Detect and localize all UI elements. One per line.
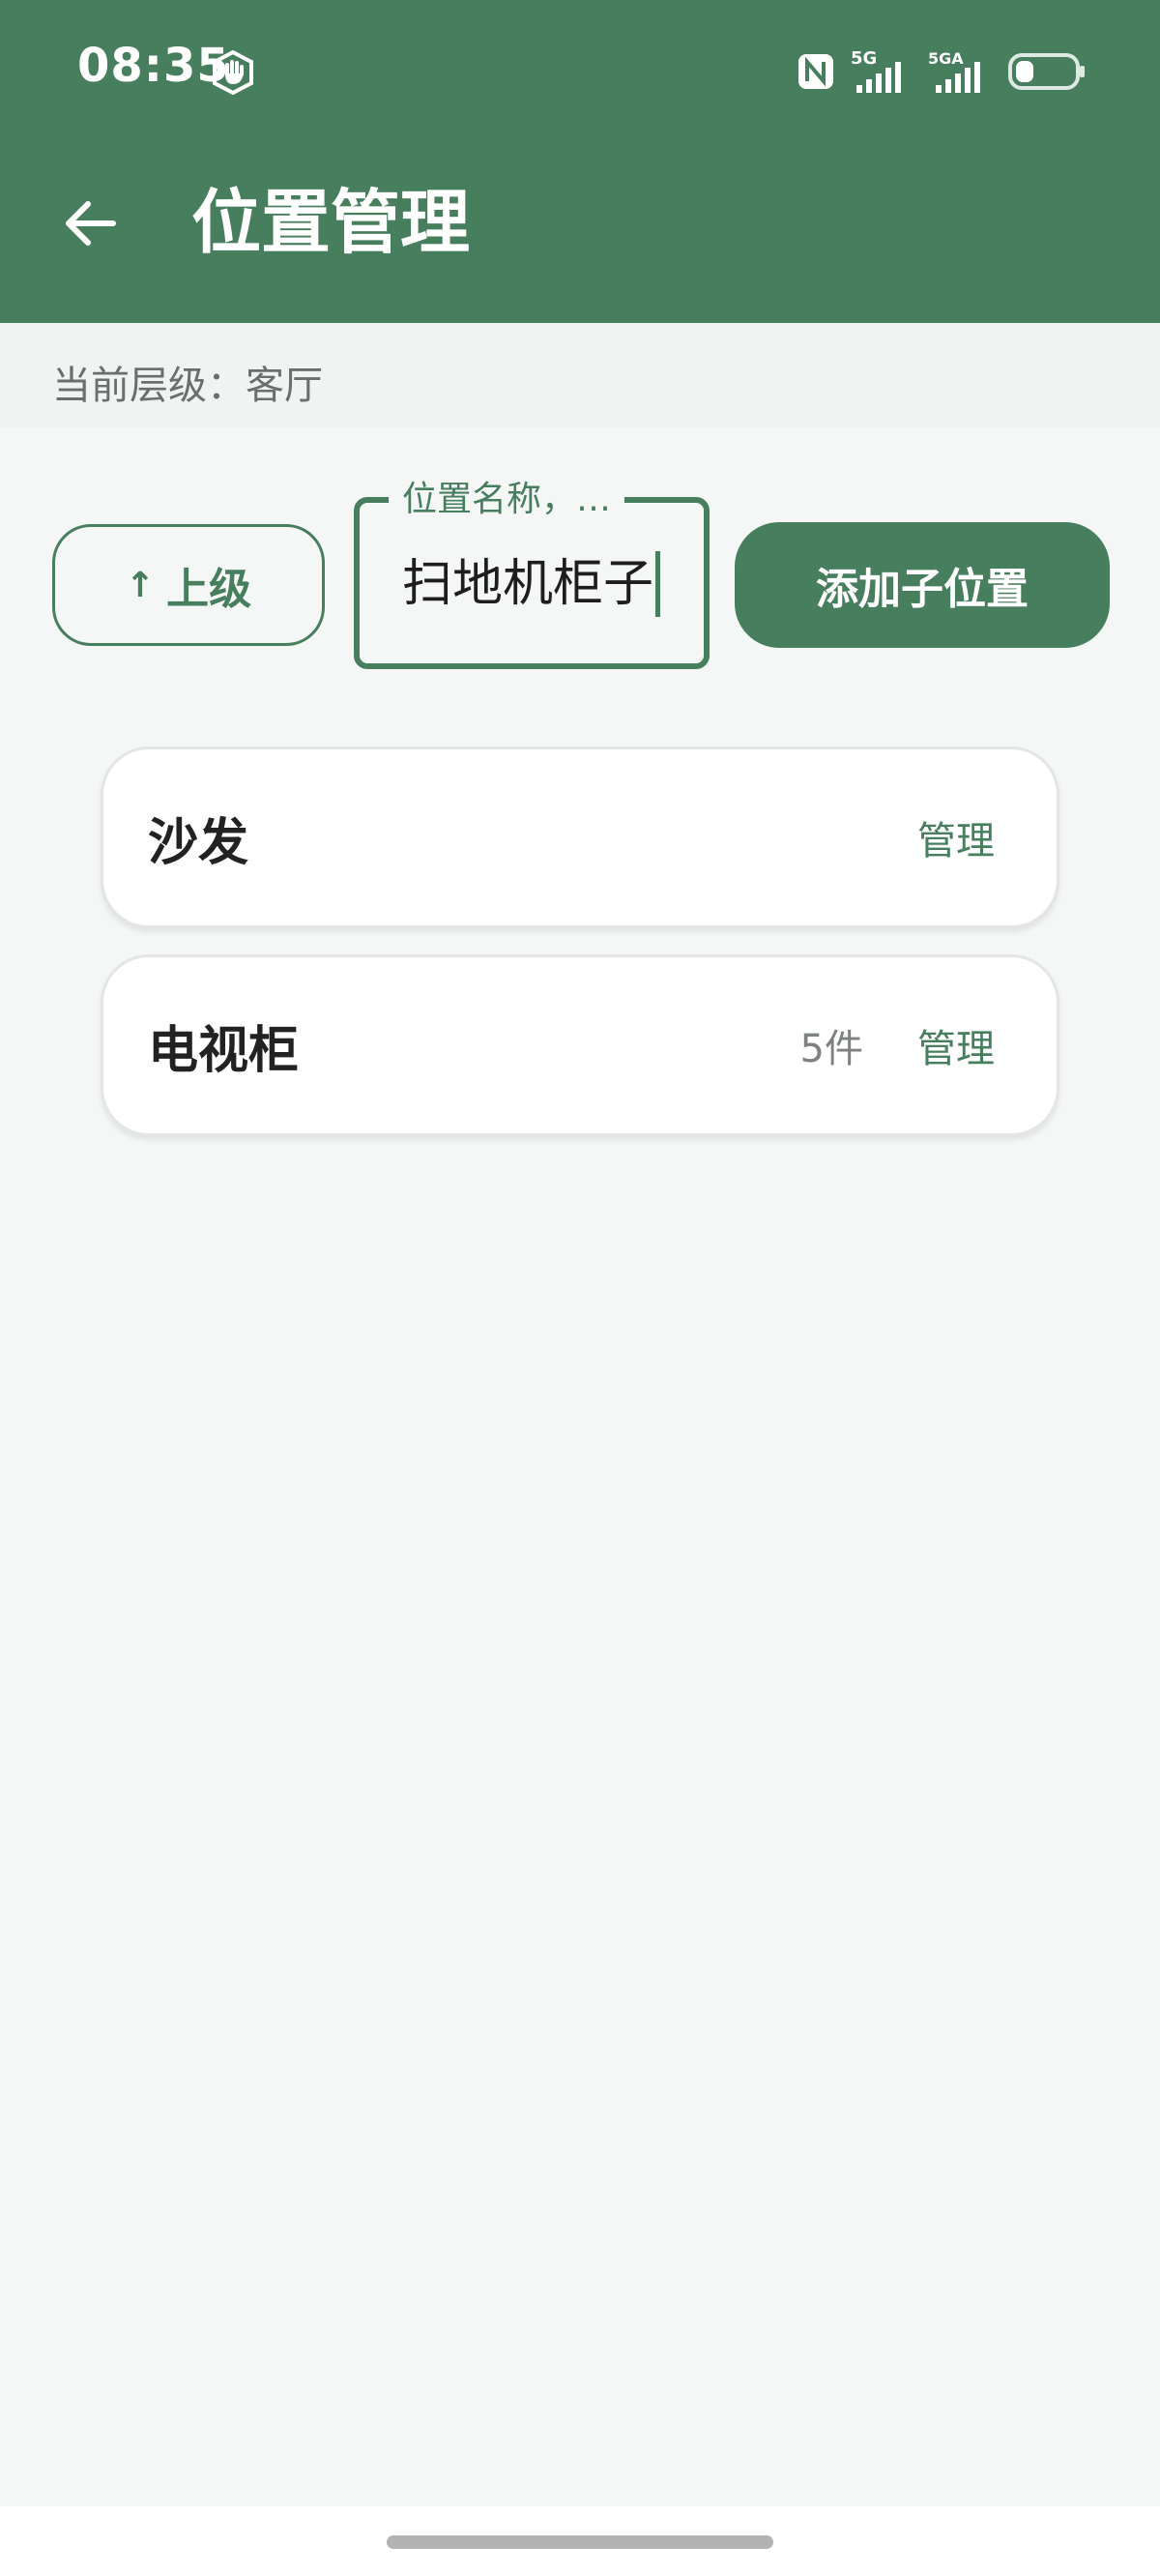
page-title: 位置管理 — [191, 182, 471, 263]
network-2-label: 5GA — [928, 49, 964, 68]
hand-icon — [211, 49, 255, 96]
arrow-left-icon[interactable] — [56, 190, 124, 257]
add-child-location-button[interactable]: 添加子位置 — [735, 522, 1110, 648]
location-name-input-label: 位置名称，… — [389, 476, 625, 524]
current-level-text: 当前层级：客厅 — [52, 364, 323, 408]
item-count-badge: 5件 — [799, 1027, 863, 1071]
location-card[interactable]: 电视柜 5件 管理 — [101, 954, 1059, 1136]
arrow-up-icon: ↑ — [125, 565, 156, 605]
parent-level-button[interactable]: ↑ 上级 — [52, 524, 325, 646]
parent-level-label: 上级 — [166, 565, 252, 614]
network-1-label: 5G — [851, 48, 877, 69]
manage-button[interactable]: 管理 — [917, 957, 995, 1133]
location-name-text: 扫地机柜子 — [402, 555, 654, 613]
status-icons: 5G 5GA — [797, 46, 1087, 97]
location-name-input-value[interactable]: 扫地机柜子 — [402, 551, 661, 617]
signal-icon: 5GA — [926, 48, 994, 95]
home-indicator[interactable] — [387, 2535, 773, 2549]
text-cursor — [655, 551, 661, 617]
location-card-title: 沙发 — [148, 813, 249, 872]
status-time: 08:35 — [77, 39, 230, 93]
manage-button[interactable]: 管理 — [917, 749, 995, 925]
location-card[interactable]: 沙发 管理 — [101, 746, 1059, 928]
battery-icon — [1007, 50, 1087, 93]
signal-icon: 5G — [849, 48, 913, 95]
nfc-icon — [797, 52, 835, 91]
location-card-title: 电视柜 — [148, 1021, 300, 1080]
